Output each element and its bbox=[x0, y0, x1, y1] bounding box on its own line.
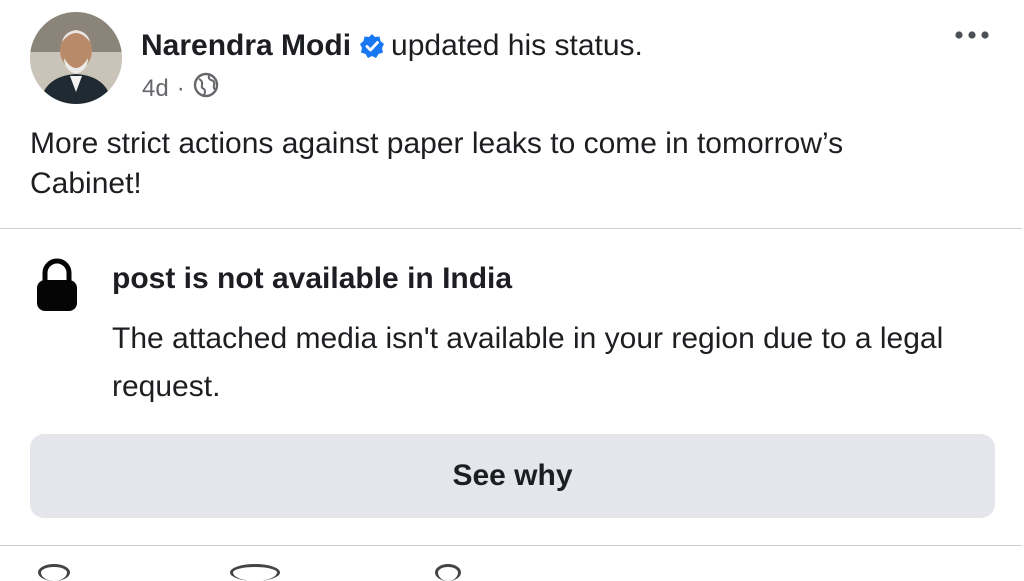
avatar-image bbox=[30, 12, 122, 104]
unavailable-notice-card: post is not available in India The attac… bbox=[0, 228, 1022, 546]
post-meta: 4d · bbox=[142, 72, 219, 106]
post-header: Narendra Modi updated his status. 4d · bbox=[30, 12, 1000, 107]
like-icon[interactable] bbox=[38, 564, 70, 581]
verified-badge-icon bbox=[359, 32, 385, 68]
meta-separator: · bbox=[176, 75, 185, 102]
status-action-text: updated his status. bbox=[391, 29, 643, 62]
more-options-icon bbox=[955, 31, 989, 39]
notice-title: post is not available in India bbox=[112, 262, 513, 295]
post-text: More strict actions against paper leaks … bbox=[30, 127, 844, 200]
globe-icon[interactable] bbox=[193, 72, 219, 106]
action-bar-peek bbox=[30, 564, 1000, 581]
author-avatar[interactable] bbox=[30, 12, 122, 104]
see-why-button[interactable]: See why bbox=[30, 434, 995, 518]
share-icon[interactable] bbox=[435, 564, 461, 581]
author-line: Narendra Modi updated his status. bbox=[141, 28, 643, 68]
more-options-button[interactable] bbox=[948, 20, 998, 50]
comment-icon[interactable] bbox=[230, 564, 280, 581]
post-timestamp[interactable]: 4d bbox=[142, 74, 169, 104]
notice-body: The attached media isn't available in yo… bbox=[112, 322, 944, 403]
lock-icon bbox=[34, 257, 80, 318]
author-name[interactable]: Narendra Modi bbox=[141, 29, 351, 62]
